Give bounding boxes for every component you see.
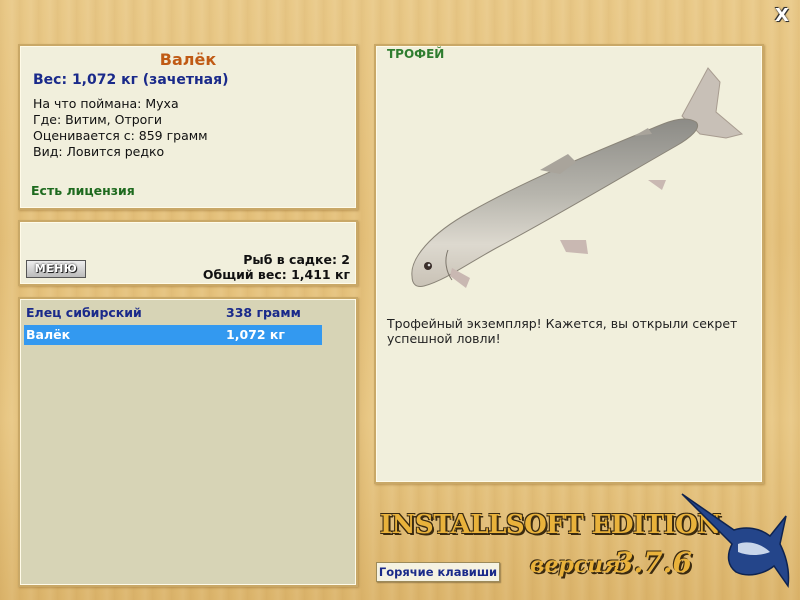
catch-item-name: Валёк — [26, 327, 71, 342]
close-button[interactable]: X — [772, 6, 792, 26]
catch-list-item-selected[interactable]: Валёк 1,072 кг — [24, 325, 322, 345]
catch-item-weight: 1,072 кг — [226, 327, 285, 342]
fish-weight: Вес: 1,072 кг (зачетная) — [33, 72, 229, 88]
version-label: версия — [530, 552, 621, 578]
fish-count: Рыб в садке: 2 — [243, 252, 350, 267]
edition-logo: INSTALLSOFT EDITION — [380, 510, 721, 540]
hotkeys-button[interactable]: Горячие клавиши — [376, 562, 500, 582]
trophy-message: Трофейный экземпляр! Кажется, вы открыли… — [387, 316, 738, 346]
fish-details: На что поймана: Муха Где: Витим, Отроги … — [33, 96, 208, 160]
license-status: Есть лицензия — [31, 183, 135, 198]
fish-info-panel: Валёк Вес: 1,072 кг (зачетная) На что по… — [18, 44, 358, 210]
fish-image — [411, 67, 744, 288]
trophy-panel: ТРОФЕЙ Трофейный экземпляр! Кажется, вы … — [374, 44, 764, 484]
catch-item-name: Елец сибирский — [26, 305, 142, 320]
keepnet-panel: МЕНЮ Рыб в садке: 2 Общий вес: 1,411 кг — [18, 220, 358, 286]
keepnet-summary: Рыб в садке: 2 Общий вес: 1,411 кг — [203, 252, 350, 282]
species-status-line: Вид: Ловится редко — [33, 144, 165, 159]
marlin-logo — [681, 493, 790, 589]
counted-from-line: Оценивается с: 859 грамм — [33, 128, 208, 143]
fish-name: Валёк — [159, 50, 217, 69]
catch-item-weight: 338 грамм — [226, 305, 301, 320]
location-line: Где: Витим, Отроги — [33, 112, 163, 127]
catch-list: Елец сибирский 338 грамм Валёк 1,072 кг — [18, 297, 358, 587]
bait-line: На что поймана: Муха — [33, 96, 179, 111]
menu-button[interactable]: МЕНЮ — [26, 260, 86, 278]
total-weight: Общий вес: 1,411 кг — [202, 267, 350, 282]
catch-list-item[interactable]: Елец сибирский 338 грамм — [24, 303, 322, 323]
